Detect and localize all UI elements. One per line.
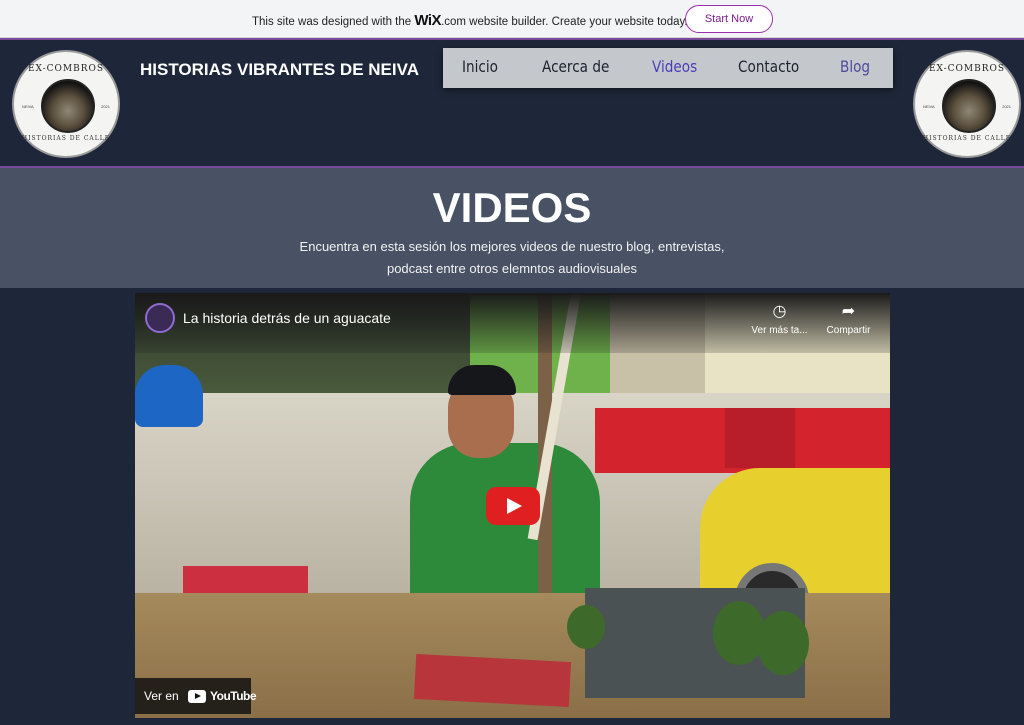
logo-top-text: EX-COMBROS <box>928 64 1006 74</box>
watch-later-label: Ver más ta... <box>751 325 808 336</box>
site-header: EX-COMBROS NEIVA 2021 HISTORIAS DE CALLE… <box>0 38 1024 168</box>
site-logo-right[interactable]: EX-COMBROS NEIVA 2021 HISTORIAS DE CALLE <box>913 50 1021 158</box>
main-nav: Inicio Acerca de Videos Contacto Blog <box>443 48 893 88</box>
site-logo-left[interactable]: EX-COMBROS NEIVA 2021 HISTORIAS DE CALLE <box>12 50 120 158</box>
start-now-button[interactable]: Start Now <box>685 5 773 33</box>
youtube-icon <box>188 690 206 703</box>
video-scene-avocado <box>567 605 605 649</box>
nav-item-acerca-de[interactable]: Acerca de <box>542 57 609 76</box>
logo-top-text: EX-COMBROS <box>27 64 105 74</box>
video-scene-avocado <box>757 611 809 675</box>
wix-banner-prefix: This site was designed with the <box>252 16 415 28</box>
video-scene-magazine <box>413 653 572 708</box>
wix-logo[interactable]: WiX <box>414 12 441 29</box>
logo-right-text: 2021 <box>1002 104 1011 109</box>
share-arrow-icon: ➦ <box>841 303 856 320</box>
play-button[interactable] <box>486 487 540 525</box>
videos-hero: VIDEOS Encuentra en esta sesión los mejo… <box>0 168 1024 288</box>
video-scene-man <box>410 443 600 613</box>
video-title[interactable]: La historia detrás de un aguacate <box>183 310 391 326</box>
logo-emblem <box>942 79 996 133</box>
wix-banner-message: This site was designed with the WiX.com … <box>252 12 688 29</box>
watch-on-label: Ver en <box>144 689 179 703</box>
nav-item-inicio[interactable]: Inicio <box>462 57 498 76</box>
page-subtitle-line: podcast entre otros elemntos audiovisual… <box>386 261 638 276</box>
page-subtitle-line: Encuentra en esta sesión los mejores vid… <box>299 239 725 254</box>
watch-on-youtube-button[interactable]: Ver en YouTube <box>135 678 257 714</box>
clock-icon: ◷ <box>772 303 787 320</box>
logo-bottom-text: HISTORIAS DE CALLE <box>21 135 111 142</box>
nav-item-blog[interactable]: Blog <box>840 57 870 76</box>
logo-emblem <box>41 79 95 133</box>
youtube-video-embed[interactable]: La historia detrás de un aguacate ◷ Ver … <box>135 293 890 718</box>
nav-item-contacto[interactable]: Contacto <box>738 57 799 76</box>
play-icon <box>507 498 522 514</box>
logo-left-text: NEIVA <box>22 104 34 109</box>
video-scene-stairs <box>725 408 795 468</box>
site-title[interactable]: HISTORIAS VIBRANTES DE NEIVA <box>140 60 419 80</box>
logo-left-text: NEIVA <box>923 104 935 109</box>
wix-banner-suffix: .com website builder. Create your websit… <box>441 16 688 28</box>
youtube-wordmark: YouTube <box>210 689 257 703</box>
wix-banner: This site was designed with the WiX.com … <box>0 0 1024 38</box>
watch-later-button[interactable]: ◷ Ver más ta... <box>747 303 812 336</box>
share-label: Compartir <box>826 325 871 336</box>
page-title: VIDEOS <box>432 184 592 231</box>
logo-bottom-text: HISTORIAS DE CALLE <box>922 135 1012 142</box>
nav-item-videos[interactable]: Videos <box>652 57 697 76</box>
video-scene-blue-car <box>135 365 203 427</box>
share-button[interactable]: ➦ Compartir <box>821 303 876 336</box>
logo-right-text: 2021 <box>101 104 110 109</box>
page-subtitle: Encuentra en esta sesión los mejores vid… <box>262 236 762 280</box>
channel-avatar[interactable] <box>145 303 175 333</box>
